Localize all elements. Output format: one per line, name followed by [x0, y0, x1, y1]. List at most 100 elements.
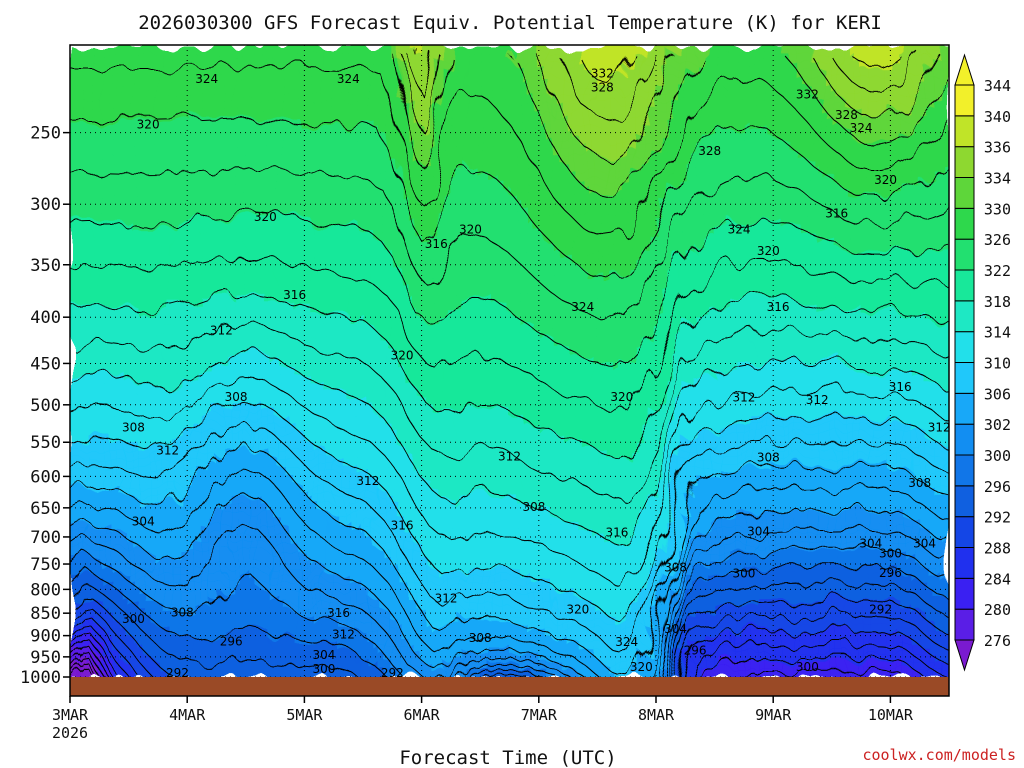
field-cell [487, 274, 496, 283]
field-cell [99, 416, 108, 425]
field-cell [458, 52, 467, 62]
field-cell [319, 337, 327, 346]
field-cell [231, 218, 240, 228]
field-cell [341, 258, 349, 267]
field-cell [443, 392, 452, 402]
field-cell [238, 60, 247, 70]
field-cell [443, 511, 452, 520]
field-cell [253, 455, 262, 465]
field-cell [84, 195, 93, 204]
field-cell [341, 368, 349, 378]
field-cell [216, 266, 225, 275]
field-cell [436, 645, 445, 654]
field-cell [113, 621, 122, 631]
field-cell [494, 266, 503, 275]
field-cell [179, 131, 188, 141]
field-cell [480, 258, 489, 267]
field-cell [179, 384, 188, 394]
field-cell [223, 574, 232, 583]
field-cell [509, 558, 518, 567]
field-cell [143, 313, 152, 323]
field-cell [502, 495, 511, 504]
field-cell [333, 376, 342, 386]
field-cell [384, 305, 393, 315]
field-cell [135, 108, 144, 117]
field-cell [209, 147, 218, 157]
field-cell [355, 637, 364, 646]
field-cell [209, 447, 218, 457]
field-cell [238, 313, 247, 323]
field-cell [187, 163, 196, 172]
field-cell [363, 250, 371, 259]
field-cell [238, 274, 247, 283]
field-cell [194, 384, 203, 394]
field-cell [165, 234, 174, 244]
field-cell [421, 218, 430, 228]
field-cell [319, 558, 327, 567]
field-cell [458, 60, 467, 70]
field-cell [297, 645, 305, 654]
field-cell [223, 155, 232, 165]
field-cell [121, 108, 130, 117]
field-cell [363, 305, 371, 315]
field-cell [443, 321, 452, 330]
field-cell [165, 487, 174, 496]
field-cell [253, 60, 262, 70]
field-cell [450, 68, 459, 78]
field-cell [187, 45, 196, 54]
field-cell [121, 187, 130, 196]
field-cell [209, 368, 218, 378]
field-cell [245, 337, 254, 346]
field-cell [311, 68, 320, 78]
field-cell [143, 305, 152, 315]
field-cell [187, 550, 196, 560]
field-cell [216, 242, 225, 251]
field-cell [458, 45, 467, 54]
field-cell [260, 84, 269, 93]
field-cell [341, 195, 349, 204]
field-cell [494, 313, 503, 323]
field-cell [172, 392, 181, 402]
field-cell [275, 574, 284, 583]
field-cell [487, 68, 496, 78]
field-cell [480, 139, 489, 149]
field-cell [157, 68, 166, 78]
field-cell [260, 139, 269, 149]
field-cell [231, 234, 240, 244]
field-cell [377, 613, 386, 623]
field-cell [348, 526, 357, 536]
field-cell [143, 108, 152, 117]
field-cell [150, 408, 159, 417]
field-cell [458, 282, 467, 291]
field-cell [245, 550, 254, 560]
field-cell [245, 84, 254, 93]
field-cell [135, 242, 144, 251]
field-cell [223, 558, 232, 567]
field-cell [414, 337, 423, 346]
field-cell [348, 108, 357, 117]
field-cell [487, 131, 496, 141]
field-cell [472, 155, 481, 165]
field-cell [406, 542, 415, 552]
field-cell [355, 139, 364, 149]
field-cell [465, 511, 474, 520]
field-cell [91, 163, 100, 172]
field-cell [150, 203, 159, 212]
field-cell [267, 605, 276, 615]
field-cell [106, 84, 115, 93]
field-cell [128, 297, 137, 307]
field-cell [348, 210, 357, 220]
field-cell [472, 329, 481, 338]
field-cell [84, 179, 93, 188]
field-cell [297, 139, 305, 149]
field-cell [267, 100, 276, 109]
field-cell [384, 392, 393, 402]
field-cell [319, 361, 327, 370]
field-cell [516, 345, 525, 354]
field-cell [106, 124, 115, 133]
field-cell [194, 621, 203, 631]
field-cell [275, 495, 284, 504]
field-cell [472, 313, 481, 323]
field-cell [509, 574, 518, 583]
field-cell [238, 195, 247, 204]
